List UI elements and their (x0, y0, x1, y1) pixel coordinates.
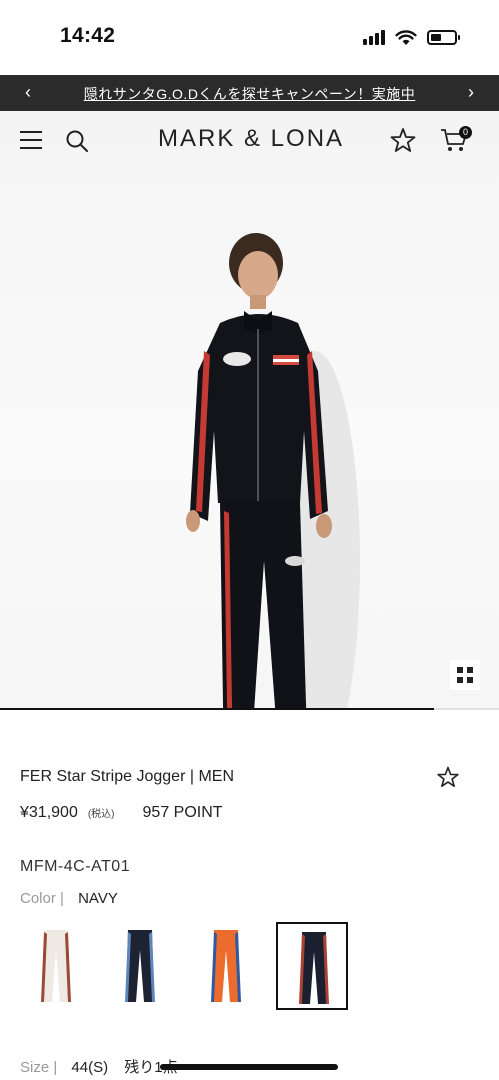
color-swatch-orange[interactable] (190, 922, 262, 1010)
signal-icon (363, 29, 385, 45)
brand-logo[interactable]: MARK & LONA (158, 125, 344, 153)
status-bar: 14:42 (0, 0, 499, 75)
size-value[interactable]: 44(S) (71, 1059, 108, 1076)
cart-count-badge: 0 (459, 126, 472, 139)
grid-view-icon[interactable] (450, 660, 480, 690)
wifi-icon (395, 29, 417, 45)
chevron-right-icon[interactable]: › (459, 82, 483, 103)
menu-icon[interactable] (20, 131, 42, 149)
announcement-bar: ‹ 隠れサンタG.O.Dくんを探せキャンペーン！実施中 › (0, 75, 499, 111)
chevron-left-icon[interactable]: ‹ (16, 82, 40, 103)
product-title: FER Star Stripe Jogger | MEN (20, 768, 234, 785)
reward-points: 957 POINT (142, 804, 223, 821)
gallery-progress (0, 708, 499, 710)
status-icons (363, 27, 460, 47)
model-photo (186, 233, 360, 708)
color-label: Color | (20, 890, 64, 907)
battery-icon (427, 29, 460, 45)
price-row: ¥31,900 (税込) 957 POINT (20, 804, 223, 822)
announcement-link[interactable]: 隠れサンタG.O.Dくんを探せキャンペーン！実施中 (60, 84, 439, 104)
color-swatch-white[interactable] (20, 922, 92, 1010)
status-time: 14:42 (60, 24, 116, 47)
size-row: Size | 44(S) 残り1点 (20, 1056, 178, 1077)
color-swatch-navy-blue[interactable] (104, 922, 176, 1010)
star-icon[interactable] (390, 127, 416, 153)
color-swatches (20, 922, 360, 1010)
price: ¥31,900 (20, 804, 78, 821)
favorite-star-icon[interactable] (437, 766, 459, 788)
product-sku: MFM-4C-AT01 (20, 858, 131, 875)
search-icon[interactable] (66, 130, 88, 152)
color-swatch-navy[interactable] (276, 922, 348, 1010)
product-image[interactable] (0, 111, 499, 708)
color-value: NAVY (78, 890, 118, 907)
home-indicator (160, 1064, 338, 1070)
site-header: MARK & LONA 0 (0, 111, 499, 169)
tax-note: (税込) (87, 809, 115, 820)
size-label: Size | (20, 1059, 58, 1076)
gallery-progress-fill (0, 708, 435, 710)
color-row: Color | NAVY (20, 890, 118, 907)
